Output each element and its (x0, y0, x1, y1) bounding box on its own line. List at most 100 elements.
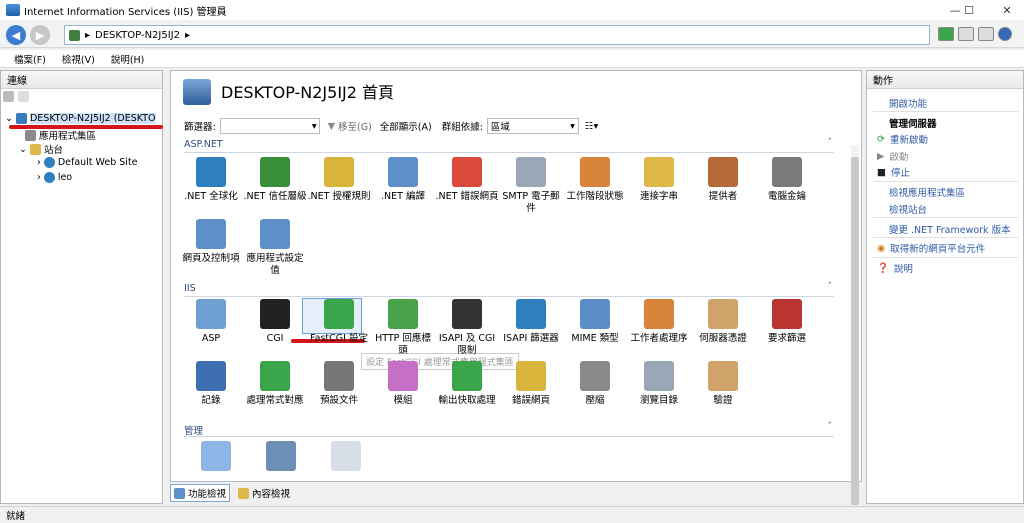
feature-aspnet-4[interactable]: .NET 錯誤網頁 (435, 157, 499, 203)
save-connections-icon[interactable] (18, 91, 29, 102)
feature-iis-icon (452, 361, 482, 391)
filter-input[interactable]: ▾ (219, 118, 320, 134)
refresh-icon[interactable] (978, 27, 994, 41)
feature-iis-icon (388, 361, 418, 391)
menu-view[interactable]: 檢視(V) (62, 52, 95, 66)
maximize-button[interactable]: ☐ (946, 0, 992, 20)
go-button[interactable]: 移至(G) (338, 119, 372, 133)
feature-iis-9[interactable]: 要求篩選 (755, 299, 819, 345)
feature-iis-2[interactable]: FastCGI 設定 (307, 299, 371, 345)
feature-aspnet-1[interactable]: .NET 信任層級 (243, 157, 307, 203)
feature-iis-4[interactable]: ISAPI 及 CGI 限制 (435, 299, 499, 357)
sites-label: 站台 (43, 145, 63, 156)
feature-label: 工作階段狀態 (566, 191, 624, 202)
feature-iis-18[interactable]: 驗證 (691, 361, 755, 407)
feature-aspnet-7[interactable]: 連接字串 (627, 157, 691, 203)
site-label: Default Web Site (57, 157, 138, 168)
feature-iis-17[interactable]: 瀏覽目錄 (627, 361, 691, 407)
get-web-platform-link[interactable]: ◉ 取得新的網頁平台元件 (877, 241, 985, 256)
feature-label: .NET 授權規則 (307, 191, 371, 202)
feature-label: ISAPI 篩選器 (503, 333, 559, 344)
feature-iis-13[interactable]: 模組 (371, 361, 435, 407)
forward-icon[interactable]: ▶ (30, 25, 50, 45)
help-icon[interactable] (998, 27, 1012, 41)
tab-features-view[interactable]: 功能檢視 (170, 484, 231, 502)
chevron-down-icon[interactable]: ⌄ (5, 113, 13, 124)
feature-aspnet-11[interactable]: 應用程式設定值 (243, 219, 307, 277)
actions-panel: 動作 開啟功能 管理伺服器 ⟳ 重新啟動 ▶ 啟動 ■ 停止 檢視應用程式集區 檢視站… (866, 70, 1024, 504)
menu-help[interactable]: 說明(H) (111, 52, 145, 66)
open-feature-link[interactable]: 開啟功能 (889, 96, 927, 110)
start-link[interactable]: ▶ 啟動 (877, 149, 908, 164)
feature-label: 壓縮 (585, 395, 605, 406)
chevron-down-icon[interactable]: ⌄ (19, 144, 27, 155)
close-button[interactable]: ✕ (990, 0, 1024, 20)
chevron-right-icon[interactable]: › (37, 157, 41, 168)
feature-aspnet-3[interactable]: .NET 編譯 (371, 157, 435, 203)
view-toggle-icon[interactable]: ☷▾ (585, 121, 598, 132)
tree-site-leo[interactable]: › leo (37, 172, 72, 183)
breadcrumb-server[interactable]: DESKTOP-N2J5IJ2 (95, 30, 180, 41)
tree-server-node[interactable]: ⌄ DESKTOP-N2J5IJ2 (DESKTO (5, 113, 156, 124)
feature-label: 要求篩選 (767, 333, 806, 344)
feature-mgmt-2[interactable] (249, 441, 313, 475)
tree-app-pools[interactable]: 應用程式集區 (25, 128, 96, 142)
connections-toolbar (3, 91, 29, 102)
stop-link[interactable]: ■ 停止 (877, 165, 910, 180)
show-all-button[interactable]: 全部顯示(A) (380, 119, 432, 133)
feature-iis-5[interactable]: ISAPI 篩選器 (499, 299, 563, 345)
server-large-icon (183, 79, 211, 105)
feature-iis-6[interactable]: MIME 類型 (563, 299, 627, 345)
tab-content-view[interactable]: 內容檢視 (238, 486, 290, 500)
feature-aspnet-10[interactable]: 網頁及控制項 (179, 219, 243, 265)
section-iis: IIS ˆ (184, 282, 834, 297)
feature-aspnet-5[interactable]: SMTP 電子郵件 (499, 157, 563, 215)
chevron-right-icon[interactable]: › (37, 172, 41, 183)
feature-aspnet-0[interactable]: .NET 全球化 (179, 157, 243, 203)
scrollbar-thumb[interactable] (851, 157, 859, 505)
feature-aspnet-icon (196, 157, 226, 187)
feature-iis-16[interactable]: 壓縮 (563, 361, 627, 407)
feature-aspnet-icon (580, 157, 610, 187)
feature-label: 驗證 (713, 395, 733, 406)
feature-mgmt-3[interactable] (314, 441, 378, 475)
view-app-pools-link[interactable]: 檢視應用程式集區 (889, 185, 965, 199)
feature-label: FastCGI 設定 (310, 333, 368, 344)
feature-aspnet-2[interactable]: .NET 授權規則 (307, 157, 371, 203)
address-bar[interactable]: ▸ DESKTOP-N2J5IJ2 ▸ (64, 25, 930, 45)
features-panel: DESKTOP-N2J5IJ2 首頁 篩選器: ▾ ▼ 移至(G) 全部顯示(A… (170, 70, 862, 505)
feature-iis-icon (196, 361, 226, 391)
feature-iis-7[interactable]: 工作者處理序 (627, 299, 691, 345)
feature-iis-icon (516, 299, 546, 329)
feature-aspnet-9[interactable]: 電腦金鑰 (755, 157, 819, 203)
feature-aspnet-8[interactable]: 提供者 (691, 157, 755, 203)
feature-iis-3[interactable]: HTTP 回應標頭 (371, 299, 435, 357)
feature-iis-11[interactable]: 處理常式對應 (243, 361, 307, 407)
feature-iis-12[interactable]: 預設文件 (307, 361, 371, 407)
feature-iis-1[interactable]: CGI (243, 299, 307, 345)
collapse-icon[interactable]: ˆ (828, 422, 833, 432)
feature-iis-15[interactable]: 錯誤網頁 (499, 361, 563, 407)
new-connection-icon[interactable] (3, 91, 14, 102)
feature-iis-14[interactable]: 輸出快取處理 (435, 361, 499, 407)
restart-link[interactable]: ⟳ 重新啟動 (877, 132, 928, 147)
feature-iis-8[interactable]: 伺服器憑證 (691, 299, 755, 345)
feature-iis-0[interactable]: ASP (179, 299, 243, 345)
tree-site-default[interactable]: › Default Web Site (37, 157, 138, 168)
feature-aspnet-icon (260, 157, 290, 187)
change-net-version-link[interactable]: 變更 .NET Framework 版本 (889, 222, 1011, 236)
feature-aspnet-icon (516, 157, 546, 187)
view-sites-link[interactable]: 檢視站台 (889, 202, 927, 216)
collapse-icon[interactable]: ˆ (828, 138, 833, 148)
connect-icon[interactable] (938, 27, 954, 41)
menu-file[interactable]: 檔案(F) (14, 52, 46, 66)
tree-sites[interactable]: ⌄ 站台 (19, 142, 63, 156)
back-icon[interactable]: ◀ (6, 25, 26, 45)
group-select[interactable]: 區域 ▾ (486, 118, 579, 134)
help-link[interactable]: ❓ 說明 (877, 261, 913, 276)
feature-aspnet-6[interactable]: 工作階段狀態 (563, 157, 627, 203)
mail-icon[interactable] (958, 27, 974, 41)
collapse-icon[interactable]: ˆ (828, 282, 833, 292)
feature-mgmt-1[interactable] (184, 441, 248, 475)
feature-iis-10[interactable]: 記錄 (179, 361, 243, 407)
